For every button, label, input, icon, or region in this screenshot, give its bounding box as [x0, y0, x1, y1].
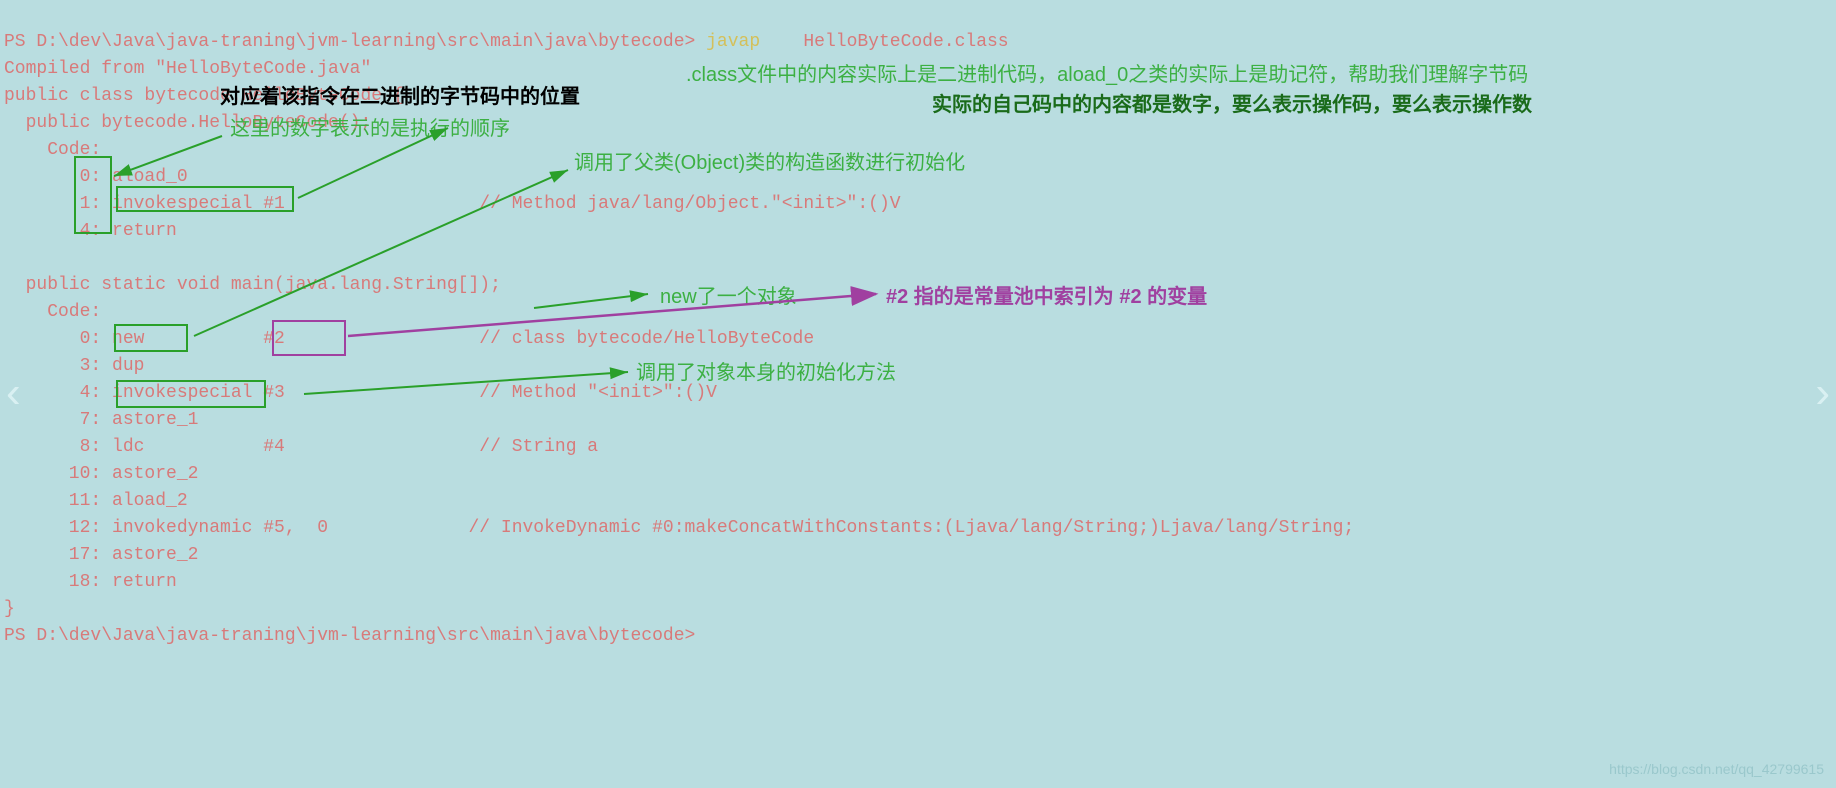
close-brace: }: [4, 599, 15, 619]
prompt-line-1: PS D:\dev\Java\java-traning\jvm-learning…: [4, 32, 1009, 52]
code-label-2: Code:: [4, 302, 101, 322]
annotation-opcode-operand: 实际的自己码中的内容都是数字，要么表示操作码，要么表示操作数: [932, 90, 1552, 120]
javap-command: javap: [706, 32, 760, 52]
instruction-dup: 3: dup: [4, 356, 144, 376]
instruction-astore2-a: 10: astore_2: [4, 464, 198, 484]
annotation-constant-pool-ref: #2 指的是常量池中索引为 #2 的变量: [886, 282, 1207, 312]
compiled-from: Compiled from "HelloByteCode.java": [4, 59, 371, 79]
instruction-invokespecial-1: 1: invokespecial #1 // Method java/lang/…: [4, 194, 901, 214]
annotation-self-init: 调用了对象本身的初始化方法: [636, 358, 896, 388]
prompt-line-2: PS D:\dev\Java\java-traning\jvm-learning…: [4, 626, 695, 646]
annotation-position-title: 对应着该指令在二进制的字节码中的位置: [220, 82, 660, 112]
instruction-return-1: 4: return: [4, 221, 177, 241]
instruction-ldc: 8: ldc #4 // String a: [4, 437, 598, 457]
instruction-new: 0: new #2 // class bytecode/HelloByteCod…: [4, 329, 814, 349]
prev-chevron-icon[interactable]: ‹: [6, 360, 21, 426]
annotation-new-object: new了一个对象: [660, 282, 797, 312]
code-label: Code:: [4, 140, 101, 160]
annotation-order: 这里的数字表示的是执行的顺序: [230, 114, 530, 144]
instruction-invokedynamic: 12: invokedynamic #5, 0 // InvokeDynamic…: [4, 518, 1354, 538]
instruction-astore1: 7: astore_1: [4, 410, 198, 430]
instruction-astore2-b: 17: astore_2: [4, 545, 198, 565]
instruction-aload2: 11: aload_2: [4, 491, 188, 511]
next-chevron-icon[interactable]: ›: [1815, 360, 1830, 426]
annotation-parent-ctor: 调用了父类(Object)类的构造函数进行初始化: [574, 148, 965, 178]
watermark-text: https://blog.csdn.net/qq_42799615: [1609, 759, 1824, 780]
instruction-aload0: 0: aload_0: [4, 167, 188, 187]
instruction-return-2: 18: return: [4, 572, 177, 592]
instruction-invokespecial-3: 4: invokespecial #3 // Method "<init>":(…: [4, 383, 717, 403]
main-signature: public static void main(java.lang.String…: [4, 275, 501, 295]
javap-arg: HelloByteCode.class: [803, 32, 1008, 52]
annotation-class-content: .class文件中的内容实际上是二进制代码，aload_0之类的实际上是助记符，…: [686, 60, 1546, 90]
